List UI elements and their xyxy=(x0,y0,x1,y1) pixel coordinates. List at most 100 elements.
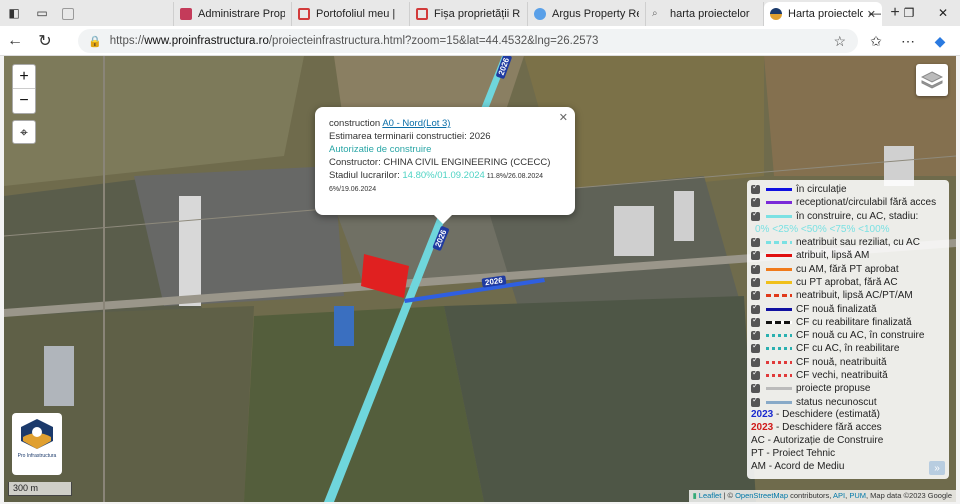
tab-label: harta proiectelor xyxy=(670,8,750,20)
api-link[interactable]: API xyxy=(833,491,845,500)
checkbox[interactable] xyxy=(751,302,760,314)
tab-actions-icon[interactable]: ▭ xyxy=(28,0,56,26)
tab-label: Argus Property Re xyxy=(552,8,639,20)
checkbox[interactable] xyxy=(751,235,760,248)
legend-swatch xyxy=(766,320,792,324)
legend-swatch xyxy=(766,188,792,192)
browser-toolbar: ← ↻ 🔒 https://www.proinfrastructura.ro/p… xyxy=(0,26,960,56)
legend-collapse-button[interactable]: » xyxy=(929,461,945,475)
checkbox[interactable] xyxy=(751,341,760,354)
legend-swatch xyxy=(766,307,792,311)
legend-note-no-access: 2023 - Deschidere fără acces xyxy=(751,421,882,433)
tab-1[interactable] xyxy=(56,2,174,26)
toolbar-right-actions: ✩ ⋯ ◆ xyxy=(862,29,954,53)
layers-button[interactable] xyxy=(916,64,948,96)
tab-label: Fișa proprietății R xyxy=(434,8,521,20)
zoom-control: + − xyxy=(12,64,36,114)
tab-4[interactable]: Fișa proprietății R xyxy=(410,2,528,26)
legend-label: cu PT aprobat, fără AC xyxy=(796,276,898,288)
legend-row[interactable]: cu PT aprobat, fără AC xyxy=(751,275,945,289)
legend-label: CF cu AC, în reabilitare xyxy=(796,343,900,355)
legend-row[interactable]: CF cu AC, în reabilitare xyxy=(751,341,945,355)
back-icon[interactable]: ← xyxy=(0,27,30,55)
legend-label: CF vechi, neatribuită xyxy=(796,370,888,381)
browser-tab-strip: ◧ ▭ Administrare Prop Portofoliul meu | … xyxy=(0,0,960,26)
map-canvas[interactable]: 2026 2026 2026 + − ⌖ ✕ construction A0 -… xyxy=(4,56,956,502)
legend-label: CF nouă finalizată xyxy=(796,303,877,315)
checkbox[interactable] xyxy=(751,395,760,407)
address-bar[interactable]: 🔒 https://www.proinfrastructura.ro/proie… xyxy=(78,29,858,53)
legend-row[interactable]: CF nouă cu AC, în construire xyxy=(751,328,945,342)
logo-icon xyxy=(21,419,53,449)
checkbox[interactable] xyxy=(751,315,760,327)
legend-row[interactable]: în circulație xyxy=(751,182,945,196)
legend-note-estimated: 2023 - Deschidere (estimată) xyxy=(751,408,880,420)
lock-icon[interactable]: 🔒 xyxy=(88,35,102,48)
project-link[interactable]: A0 - Nord(Lot 3) xyxy=(382,118,450,129)
legend-row[interactable]: atribuit, lipsă AM xyxy=(751,248,945,262)
zoom-out-button[interactable]: − xyxy=(13,89,35,113)
legend-label: status necunoscut xyxy=(796,396,877,408)
legend-row[interactable]: CF nouă finalizată xyxy=(751,302,945,315)
popup-status-older: 6%/19.06.2024 xyxy=(329,186,377,193)
favorite-star-icon[interactable]: ☆ xyxy=(833,33,846,50)
tab-favicon-icon xyxy=(534,8,546,20)
legend-label: proiecte propuse xyxy=(796,383,871,395)
checkbox[interactable] xyxy=(751,368,760,380)
legend-swatch xyxy=(766,254,792,258)
minimize-icon[interactable]: — xyxy=(858,0,892,26)
tab-2[interactable]: Administrare Prop xyxy=(174,2,292,26)
legend-row[interactable]: neatribuit sau reziliat, cu AC xyxy=(751,235,945,249)
legend-label: atribuit, lipsă AM xyxy=(796,250,870,262)
legend-label: CF nouă, neatribuită xyxy=(796,356,887,368)
legend-swatch xyxy=(766,387,792,391)
more-icon[interactable]: ⋯ xyxy=(894,29,922,53)
zoom-in-button[interactable]: + xyxy=(13,65,35,89)
legend-row[interactable]: CF nouă, neatribuită xyxy=(751,355,945,369)
legend-row[interactable]: status necunoscut xyxy=(751,395,945,408)
tab-3[interactable]: Portofoliul meu | xyxy=(292,2,410,26)
checkbox[interactable] xyxy=(751,262,760,274)
legend-row[interactable]: în construire, cu AC, stadiu: xyxy=(751,209,945,223)
copilot-icon[interactable]: ◆ xyxy=(926,29,954,53)
checkbox[interactable] xyxy=(751,381,760,394)
legend-swatch xyxy=(766,267,792,271)
tab-6[interactable]: ⌕ harta proiectelor xyxy=(646,2,764,26)
popup-status: Stadiul lucrarilor: 14.80%/01.09.2024 11… xyxy=(329,170,544,181)
legend-row[interactable]: CF vechi, neatribuită xyxy=(751,368,945,382)
legend-row[interactable]: proiecte propuse xyxy=(751,381,945,395)
checkbox[interactable] xyxy=(751,248,760,261)
tab-5[interactable]: Argus Property Re xyxy=(528,2,646,26)
legend-row[interactable]: cu AM, fără PT aprobat xyxy=(751,262,945,275)
checkbox[interactable] xyxy=(751,288,760,301)
legend-row[interactable]: neatribuit, lipsă AC/PT/AM xyxy=(751,288,945,302)
popup-close-icon[interactable]: ✕ xyxy=(559,112,568,125)
tab-label: Portofoliul meu | xyxy=(316,8,396,20)
checkbox[interactable] xyxy=(751,209,760,221)
checkbox[interactable] xyxy=(751,275,760,287)
tab-favicon-icon xyxy=(416,8,428,20)
checkbox[interactable] xyxy=(751,195,760,208)
favorites-icon[interactable]: ✩ xyxy=(862,29,890,53)
legend-label: neatribuit, lipsă AC/PT/AM xyxy=(796,290,913,302)
restore-icon[interactable]: ❐ xyxy=(892,0,926,26)
close-window-icon[interactable]: ✕ xyxy=(926,0,960,26)
checkbox[interactable] xyxy=(751,355,760,367)
locate-me-icon[interactable]: ⌖ xyxy=(12,120,36,144)
profile-icon[interactable]: ◧ xyxy=(0,0,28,26)
popup-estimate: Estimarea terminarii constructiei: 2026 xyxy=(329,131,491,142)
reload-icon[interactable]: ↻ xyxy=(30,27,60,55)
checkbox[interactable] xyxy=(751,182,760,195)
legend-swatch xyxy=(766,201,792,205)
leaflet-link[interactable]: Leaflet xyxy=(699,491,722,500)
pum-link[interactable]: PUM xyxy=(849,491,866,500)
legend-panel: în circulație receptionat/circulabil făr… xyxy=(747,180,949,479)
logo-text: Pro Infrastructura xyxy=(17,453,57,459)
legend-row[interactable]: receptionat/circulabil fără acces xyxy=(751,195,945,209)
legend-row[interactable]: CF cu reabilitare finalizată xyxy=(751,315,945,329)
osm-link[interactable]: OpenStreetMap xyxy=(735,491,788,500)
legend-label: receptionat/circulabil fără acces xyxy=(796,197,937,209)
checkbox[interactable] xyxy=(751,328,760,341)
legend-abbrev: PT - Proiect Tehnic xyxy=(751,447,836,459)
proinfrastructura-logo[interactable]: Pro Infrastructura xyxy=(12,413,62,475)
